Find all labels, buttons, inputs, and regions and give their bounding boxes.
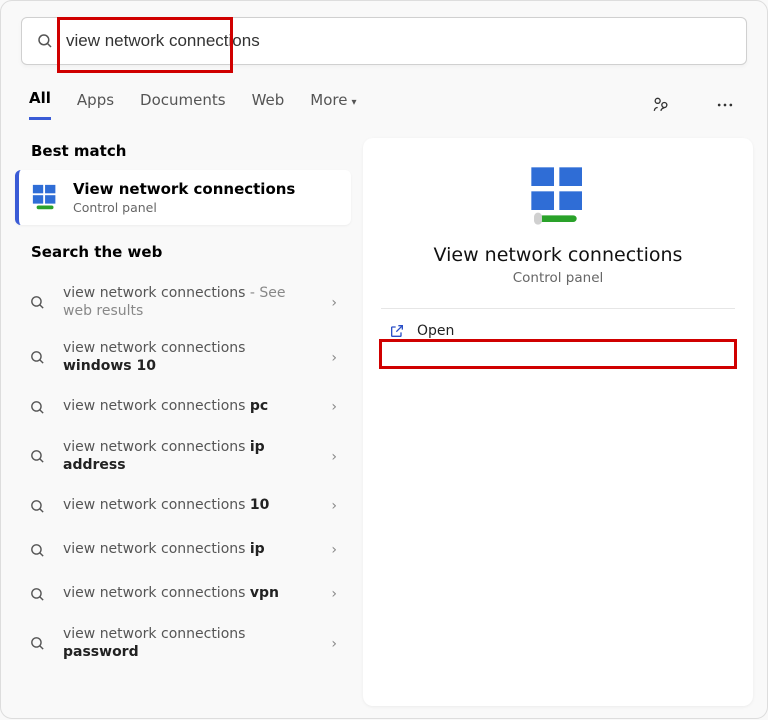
web-result[interactable]: view network connections pc › [15, 385, 351, 429]
network-connections-icon [31, 183, 61, 213]
search-icon [29, 448, 49, 465]
web-result[interactable]: view network connections vpn › [15, 572, 351, 616]
tab-all[interactable]: All [29, 89, 51, 120]
search-icon [29, 498, 49, 515]
search-input[interactable] [66, 31, 276, 51]
chevron-right-icon: › [331, 449, 337, 465]
web-result-text: view network connections password [63, 626, 317, 661]
web-result[interactable]: view network connections - See web resul… [15, 275, 351, 330]
tab-web[interactable]: Web [252, 91, 285, 119]
web-result-text: view network connections ip address [63, 439, 317, 474]
chevron-right-icon: › [331, 636, 337, 652]
search-the-web-header: Search the web [15, 239, 351, 271]
web-result[interactable]: view network connections windows 10 › [15, 330, 351, 385]
more-options-icon[interactable] [711, 91, 739, 119]
action-open[interactable]: Open [381, 313, 735, 349]
best-match-title: View network connections [73, 180, 295, 198]
search-icon [29, 542, 49, 559]
search-icon [29, 294, 49, 311]
panel-title: View network connections [434, 244, 683, 266]
web-result-text: view network connections - See web resul… [63, 285, 317, 320]
search-icon [29, 635, 49, 652]
web-result-text: view network connections windows 10 [63, 340, 317, 375]
search-icon [29, 586, 49, 603]
network-connections-large-icon [526, 162, 590, 226]
web-result-text: view network connections 10 [63, 497, 317, 515]
open-external-icon [389, 323, 405, 339]
search-bar[interactable] [21, 17, 747, 65]
panel-subtitle: Control panel [513, 270, 604, 286]
chevron-right-icon: › [331, 586, 337, 602]
chevron-right-icon: › [331, 350, 337, 366]
best-match-header: Best match [15, 138, 351, 170]
search-icon [36, 32, 54, 50]
best-match-result[interactable]: View network connections Control panel [15, 170, 351, 225]
search-icon [29, 349, 49, 366]
action-open-label: Open [417, 323, 454, 339]
web-result[interactable]: view network connections ip address › [15, 429, 351, 484]
details-panel: View network connections Control panel O… [363, 138, 753, 706]
web-result[interactable]: view network connections ip › [15, 528, 351, 572]
web-result[interactable]: view network connections 10 › [15, 484, 351, 528]
web-result-text: view network connections pc [63, 398, 317, 416]
chevron-right-icon: › [331, 295, 337, 311]
search-icon [29, 399, 49, 416]
web-result-text: view network connections ip [63, 541, 317, 559]
chevron-right-icon: › [331, 542, 337, 558]
org-search-icon[interactable] [647, 91, 675, 119]
web-result-text: view network connections vpn [63, 585, 317, 603]
chevron-right-icon: › [331, 399, 337, 415]
tab-more[interactable]: More ▾ [310, 91, 356, 119]
tab-more-label: More [310, 91, 347, 109]
chevron-down-icon: ▾ [351, 97, 356, 108]
panel-divider [381, 308, 735, 309]
web-result[interactable]: view network connections password › [15, 616, 351, 671]
tab-apps[interactable]: Apps [77, 91, 114, 119]
tab-documents[interactable]: Documents [140, 91, 226, 119]
chevron-right-icon: › [331, 498, 337, 514]
best-match-subtitle: Control panel [73, 200, 295, 215]
filter-tabs: All Apps Documents Web More ▾ [1, 73, 767, 120]
